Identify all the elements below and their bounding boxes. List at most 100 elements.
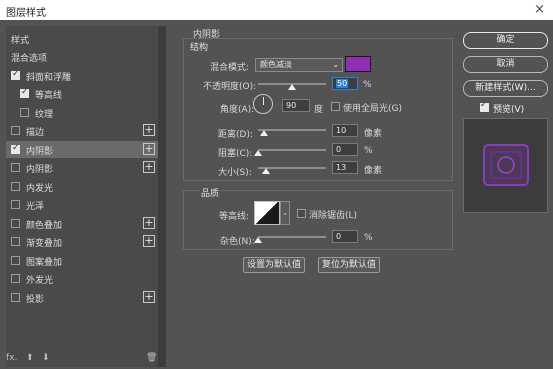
add-effect-icon[interactable]: + bbox=[143, 235, 155, 247]
size-unit: 像素 bbox=[364, 166, 383, 176]
size-input[interactable]: 13 bbox=[332, 161, 358, 174]
fx-icon[interactable]: fx. bbox=[6, 353, 17, 363]
add-effect-icon[interactable]: + bbox=[143, 217, 155, 229]
add-effect-icon[interactable]: + bbox=[143, 161, 155, 173]
sidebar-item-checkbox[interactable] bbox=[11, 219, 20, 228]
choke-slider-thumb[interactable] bbox=[254, 150, 262, 156]
sidebar-item-checkbox[interactable] bbox=[20, 108, 29, 117]
sidebar-item-checkbox[interactable] bbox=[11, 126, 20, 135]
antialias-label: 消除锯齿(L) bbox=[309, 211, 358, 221]
global-light-label: 使用全局光(G) bbox=[343, 104, 402, 114]
distance-unit: 像素 bbox=[364, 129, 383, 139]
noise-input[interactable]: 0 bbox=[332, 230, 358, 243]
add-effect-icon[interactable]: + bbox=[143, 291, 155, 303]
sidebar-item[interactable]: 描边 + bbox=[6, 122, 158, 139]
sidebar-item[interactable]: 斜面和浮雕 bbox=[6, 67, 158, 84]
sidebar-item-checkbox[interactable] bbox=[11, 256, 20, 265]
blend-mode-value: 颜色减淡 bbox=[260, 60, 292, 69]
sidebar-item-checkbox[interactable] bbox=[11, 163, 20, 172]
contour-dropdown[interactable]: ⌄ bbox=[280, 201, 290, 225]
noise-unit: % bbox=[364, 233, 373, 243]
sidebar-item-checkbox[interactable] bbox=[20, 87, 29, 98]
contour-label: 等高线: bbox=[219, 212, 250, 222]
sidebar-item[interactable]: 光泽 bbox=[6, 196, 158, 213]
opacity-input[interactable]: 50 bbox=[332, 77, 358, 90]
distance-slider-thumb[interactable] bbox=[260, 130, 268, 136]
scrollbar[interactable] bbox=[158, 26, 166, 367]
structure-heading: 结构 bbox=[190, 43, 209, 53]
sidebar-item[interactable]: 颜色叠加 + bbox=[6, 215, 158, 232]
angle-label: 角度(A): bbox=[220, 105, 255, 115]
sidebar-item-label: 等高线 bbox=[35, 91, 63, 101]
chevron-down-icon: ⌄ bbox=[332, 60, 339, 69]
sidebar-item-label: 混合选项 bbox=[11, 54, 48, 64]
chevron-down-icon: ⌄ bbox=[282, 209, 288, 217]
antialias-checkbox[interactable] bbox=[297, 209, 306, 218]
choke-label: 阻塞(C): bbox=[218, 149, 253, 159]
sidebar-item[interactable]: 图案叠加 bbox=[6, 252, 158, 269]
choke-unit: % bbox=[364, 146, 373, 156]
sidebar-item-label: 渐变叠加 bbox=[26, 239, 63, 249]
move-down-icon[interactable]: ⬇ bbox=[42, 353, 50, 363]
sidebar-item-label: 纹理 bbox=[35, 110, 54, 120]
move-up-icon[interactable]: ⬆ bbox=[26, 353, 34, 363]
sidebar-item-checkbox[interactable] bbox=[11, 143, 20, 154]
sidebar-item[interactable]: 混合选项 bbox=[6, 48, 158, 65]
cancel-button[interactable]: 取消 bbox=[463, 56, 548, 73]
shadow-color-swatch[interactable] bbox=[345, 56, 371, 72]
preview-checkbox[interactable]: ✓ bbox=[480, 100, 489, 112]
choke-slider-track[interactable] bbox=[258, 149, 326, 151]
angle-unit: 度 bbox=[314, 105, 324, 115]
close-icon[interactable]: × bbox=[534, 2, 545, 17]
sidebar-item[interactable]: 外发光 bbox=[6, 270, 158, 287]
size-slider-thumb[interactable] bbox=[262, 168, 270, 174]
opacity-slider-thumb[interactable] bbox=[288, 84, 296, 90]
sidebar-item[interactable]: 纹理 bbox=[6, 104, 158, 121]
sidebar-item-label: 图案叠加 bbox=[26, 258, 63, 268]
add-effect-icon[interactable]: + bbox=[143, 143, 155, 155]
sidebar-item-label: 描边 bbox=[26, 128, 45, 138]
size-label: 大小(S): bbox=[218, 168, 252, 178]
global-light-checkbox[interactable] bbox=[331, 102, 340, 111]
sidebar-item-checkbox[interactable] bbox=[11, 274, 20, 283]
distance-slider-track[interactable] bbox=[258, 129, 326, 131]
choke-input[interactable]: 0 bbox=[332, 143, 358, 156]
distance-input[interactable]: 10 bbox=[332, 124, 358, 137]
angle-dial[interactable] bbox=[253, 94, 273, 114]
quality-heading: 品质 bbox=[199, 186, 222, 199]
make-default-button[interactable]: 设置为默认值 bbox=[243, 257, 305, 273]
sidebar-item-checkbox[interactable] bbox=[11, 200, 20, 209]
sidebar-item-label: 投影 bbox=[26, 295, 45, 305]
trash-icon[interactable]: 🗑 bbox=[146, 353, 157, 363]
sidebar-item[interactable]: 投影 + bbox=[6, 289, 158, 306]
sidebar-item[interactable]: 样式 bbox=[6, 30, 158, 47]
sidebar-item[interactable]: 内阴影 + bbox=[6, 159, 158, 176]
add-effect-icon[interactable]: + bbox=[143, 124, 155, 136]
sidebar-item-checkbox[interactable] bbox=[11, 293, 20, 302]
check-icon: ✓ bbox=[480, 100, 488, 110]
blend-mode-label: 混合模式: bbox=[210, 63, 250, 73]
angle-input[interactable]: 90 bbox=[282, 99, 310, 112]
sidebar-item[interactable]: 内发光 bbox=[6, 178, 158, 195]
sidebar-item-label: 内发光 bbox=[26, 184, 54, 194]
sidebar-item-checkbox[interactable] bbox=[11, 182, 20, 191]
sidebar-item-label: 外发光 bbox=[26, 276, 54, 286]
noise-slider-thumb[interactable] bbox=[254, 237, 262, 243]
noise-slider-track[interactable] bbox=[258, 236, 326, 238]
ok-button[interactable]: 确定 bbox=[463, 32, 548, 49]
window-title: 图层样式 bbox=[6, 8, 46, 19]
new-style-button[interactable]: 新建样式(W)... bbox=[463, 80, 548, 97]
sidebar-item-checkbox[interactable] bbox=[11, 237, 20, 246]
title-bar: 图层样式 × bbox=[0, 0, 553, 20]
blend-mode-select[interactable]: 颜色减淡 ⌄ bbox=[255, 58, 343, 72]
reset-default-button[interactable]: 复位为默认值 bbox=[318, 257, 380, 273]
sidebar-item-checkbox[interactable] bbox=[11, 69, 20, 80]
sidebar-item-label: 颜色叠加 bbox=[26, 221, 63, 231]
sidebar-item[interactable]: 渐变叠加 + bbox=[6, 233, 158, 250]
distance-label: 距离(D): bbox=[218, 130, 253, 140]
contour-preview[interactable] bbox=[254, 201, 280, 225]
sidebar-item-label: 斜面和浮雕 bbox=[26, 73, 72, 83]
sidebar-item[interactable]: 内阴影 + bbox=[6, 141, 158, 158]
sidebar-item[interactable]: 等高线 bbox=[6, 85, 158, 102]
style-list-panel: 样式混合选项斜面和浮雕等高线纹理描边+内阴影+内阴影+内发光光泽颜色叠加+渐变叠… bbox=[6, 26, 166, 367]
